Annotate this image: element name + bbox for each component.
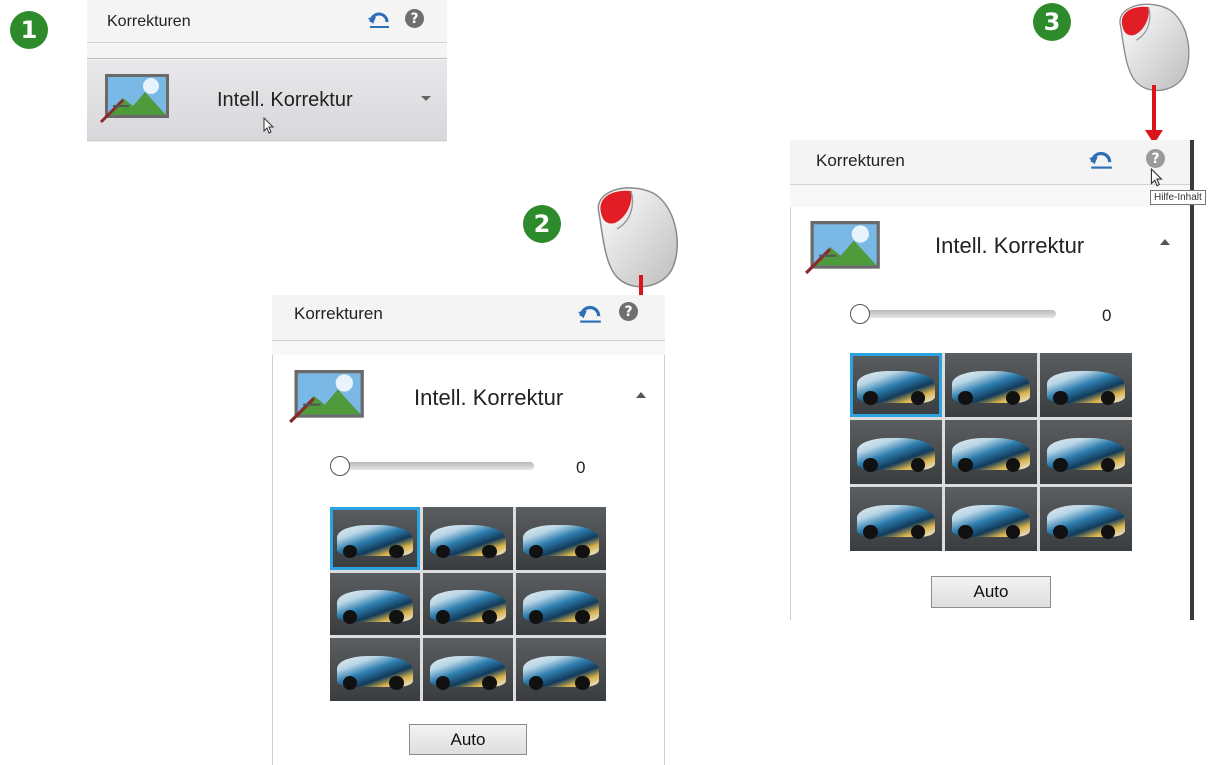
variation-thumbnail[interactable] <box>516 638 606 701</box>
panel-title: Korrekturen <box>107 13 191 30</box>
smart-fix-icon <box>99 74 169 124</box>
smart-fix-icon <box>805 221 880 275</box>
collapse-triangle-icon[interactable] <box>636 392 646 398</box>
variation-thumbnail[interactable] <box>850 487 942 551</box>
section-title[interactable]: Intell. Korrektur <box>414 385 563 411</box>
panel-help: Korrekturen ? Hilfe-Inhalt Intell. Korre… <box>790 140 1206 620</box>
collapse-triangle-icon[interactable] <box>1160 239 1170 245</box>
reset-arrow-icon[interactable] <box>367 9 391 31</box>
mouse-icon <box>597 187 678 288</box>
mouse-icon <box>1119 3 1190 92</box>
auto-button[interactable]: Auto <box>409 724 527 755</box>
variation-grid <box>850 353 1132 551</box>
mouse-cursor-icon <box>263 117 275 134</box>
variation-thumbnail[interactable] <box>516 572 606 636</box>
slider-knob[interactable] <box>330 456 350 476</box>
reset-arrow-icon[interactable] <box>1088 148 1114 172</box>
panel-title: Korrekturen <box>294 304 383 323</box>
panel-title: Korrekturen <box>816 151 905 170</box>
callout-badge-1: 1 <box>10 11 48 49</box>
callout-badge-3: 3 <box>1033 3 1071 41</box>
mouse-cursor-icon <box>1150 168 1163 187</box>
reset-arrow-icon[interactable] <box>577 302 603 326</box>
variation-thumbnail[interactable] <box>850 420 942 484</box>
auto-button[interactable]: Auto <box>931 576 1051 608</box>
variation-thumbnail[interactable] <box>1040 420 1132 484</box>
section-title[interactable]: Intell. Korrektur <box>217 89 353 112</box>
help-icon[interactable]: ? <box>619 302 638 321</box>
slider-value: 0 <box>1102 306 1112 325</box>
variation-thumbnail[interactable] <box>516 507 606 570</box>
variation-thumbnail[interactable] <box>945 353 1037 417</box>
slider-track[interactable] <box>330 462 534 470</box>
panel-expanded: Korrekturen ? Intell. Korrektur 0 Auto <box>272 295 665 765</box>
variation-thumbnail[interactable] <box>945 487 1037 551</box>
panel-collapsed: Korrekturen ? Intell. Korrektur <box>87 0 447 142</box>
variation-thumbnail[interactable] <box>850 353 942 417</box>
variation-thumbnail[interactable] <box>330 638 420 701</box>
variation-thumbnail[interactable] <box>423 638 513 701</box>
variation-thumbnail[interactable] <box>330 572 420 636</box>
variation-thumbnail[interactable] <box>330 507 420 570</box>
help-icon[interactable]: ? <box>405 9 424 28</box>
slider-track[interactable] <box>850 310 1056 318</box>
tooltip: Hilfe-Inhalt <box>1150 190 1206 205</box>
dropdown-triangle-icon[interactable] <box>421 96 431 101</box>
slider-value: 0 <box>576 458 586 477</box>
variation-thumbnail[interactable] <box>423 572 513 636</box>
slider-knob[interactable] <box>850 304 870 324</box>
arrow-line <box>1152 85 1156 133</box>
callout-badge-2: 2 <box>523 205 561 243</box>
variation-grid <box>330 507 606 701</box>
variation-thumbnail[interactable] <box>945 420 1037 484</box>
help-icon[interactable]: ? <box>1146 149 1165 168</box>
variation-thumbnail[interactable] <box>1040 353 1132 417</box>
smart-fix-icon <box>289 370 364 424</box>
variation-thumbnail[interactable] <box>423 507 513 570</box>
variation-thumbnail[interactable] <box>1040 487 1132 551</box>
section-title[interactable]: Intell. Korrektur <box>935 233 1084 259</box>
